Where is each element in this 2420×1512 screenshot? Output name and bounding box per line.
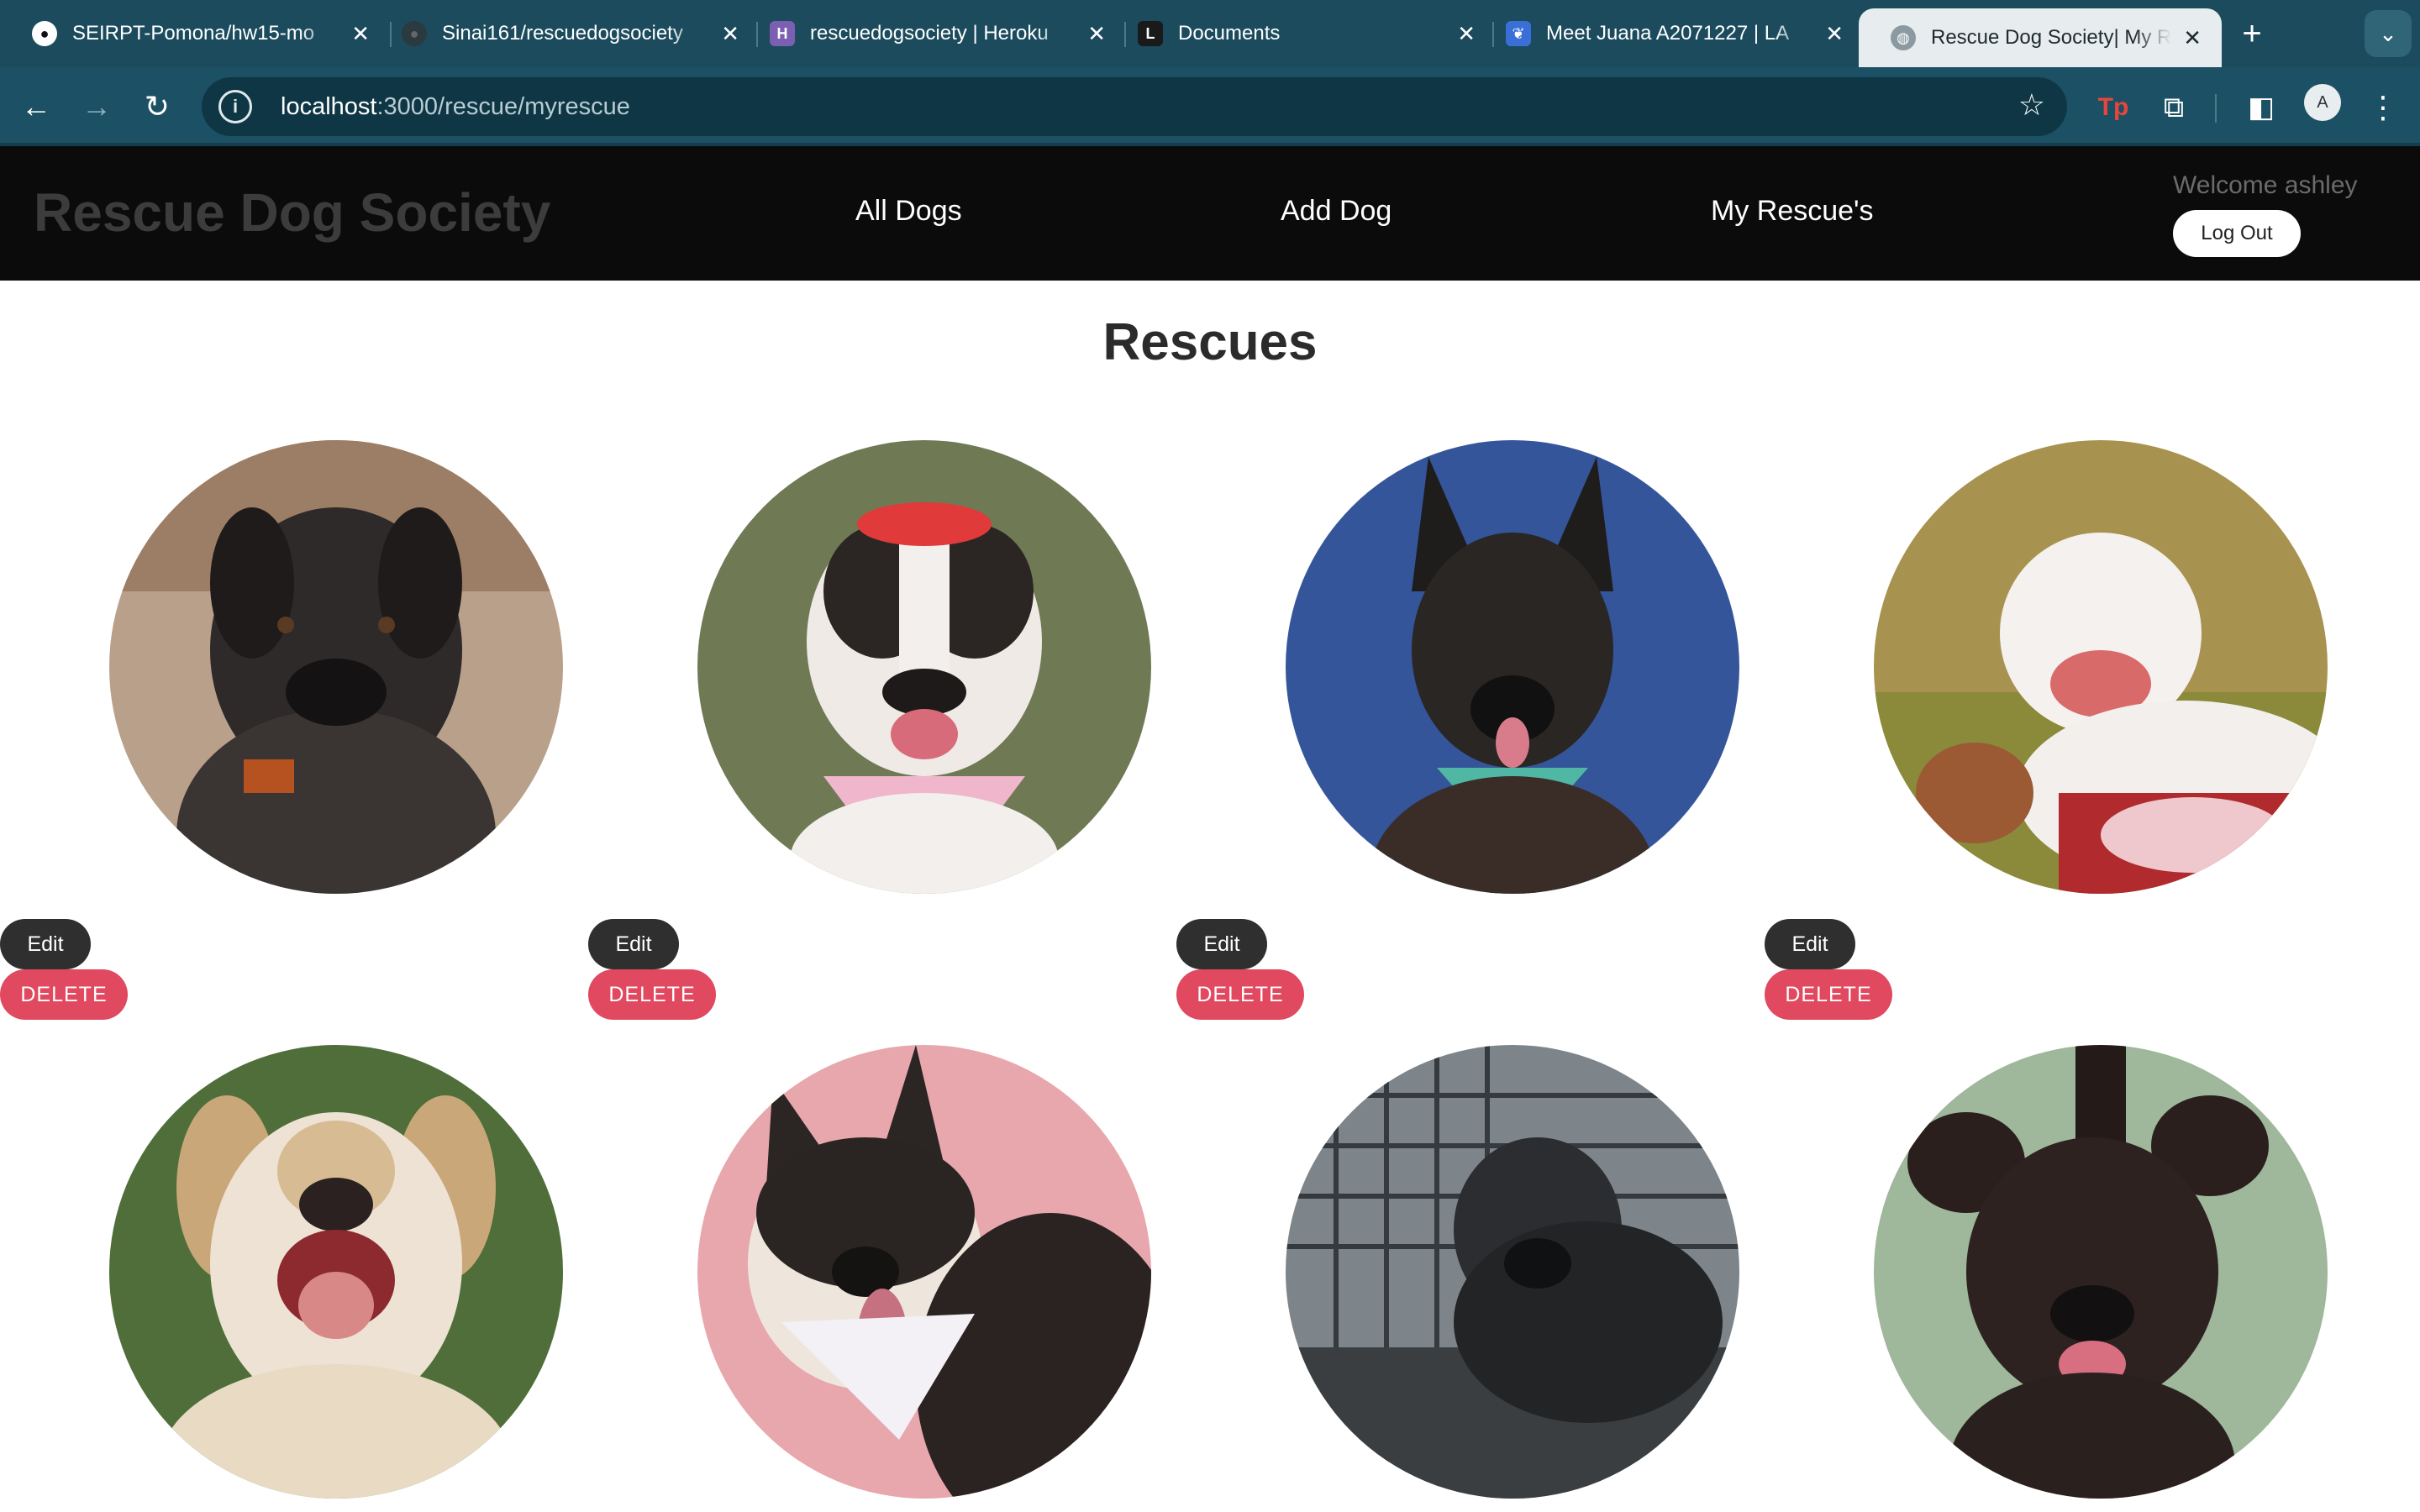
browser-tab[interactable]: ❦ Meet Juana A2071227 | LA ✕ [1474,10,1864,57]
more-menu-icon[interactable]: ⋮ [2366,89,2400,126]
dog-photo[interactable] [697,1045,1151,1499]
extension-tp-icon[interactable]: Tp [2094,89,2133,126]
documents-icon: L [1138,21,1163,46]
address-bar[interactable]: i localhost:3000/rescue/myrescue ☆ [202,77,2067,136]
nav-link-all-dogs[interactable]: All Dogs [855,195,962,228]
extensions-puzzle-icon[interactable]: ⧉ [2154,89,2193,126]
tab-search-button[interactable]: ⌄ [2365,10,2412,57]
browser-tab[interactable]: H rescuedogsociety | Heroku ✕ [738,10,1126,57]
new-tab-button[interactable]: + [2230,12,2274,55]
bookmark-star-icon[interactable]: ☆ [2018,87,2045,123]
close-icon[interactable]: ✕ [2183,25,2202,51]
globe-icon: ◍ [1891,25,1916,50]
nav-link-my-rescues[interactable]: My Rescue's [1711,195,1874,228]
dog-photo[interactable] [109,440,563,894]
browser-tab[interactable]: L Documents ✕ [1106,10,1496,57]
dog-image [697,440,1151,894]
browser-tab[interactable]: ● Sinai161/rescuedogsociety ✕ [370,10,760,57]
page-title: Rescues [1102,313,1318,371]
side-panel-icon[interactable]: ◧ [2242,89,2281,126]
heroku-icon: H [770,21,795,46]
browser-toolbar: ← → ↻ i localhost:3000/rescue/myrescue ☆… [0,67,2420,146]
github-icon: ● [402,21,427,46]
forward-arrow-icon[interactable]: → [76,86,118,128]
site-info-icon[interactable]: i [218,90,252,123]
delete-button[interactable]: DELETE [1765,969,1892,1020]
edit-button[interactable]: Edit [1765,919,1855,969]
app-navbar: Rescue Dog Society All Dogs Add Dog My R… [0,146,2420,281]
brand-logo[interactable]: Rescue Dog Society [34,181,550,244]
dog-image [1286,1045,1739,1499]
close-icon[interactable]: ✕ [351,21,370,47]
back-arrow-icon[interactable]: ← [15,86,57,128]
dog-image [1874,440,2328,894]
dog-image [109,1045,563,1499]
dog-photo[interactable] [1286,1045,1739,1499]
delete-button[interactable]: DELETE [0,969,128,1020]
close-icon[interactable]: ✕ [1087,21,1106,47]
delete-button[interactable]: DELETE [588,969,716,1020]
browser-tabstrip: ● SEIRPT-Pomona/hw15-mo ✕ ● Sinai161/res… [0,0,2420,67]
dog-photo[interactable] [1874,1045,2328,1499]
close-icon[interactable]: ✕ [721,21,739,47]
dog-photo[interactable] [109,1045,563,1499]
logout-button[interactable]: Log Out [2173,210,2301,257]
close-icon[interactable]: ✕ [1825,21,1844,47]
edit-button[interactable]: Edit [0,919,91,969]
browser-tab[interactable]: ● SEIRPT-Pomona/hw15-mo ✕ [0,10,390,57]
dog-photo[interactable] [1874,440,2328,894]
welcome-text: Welcome ashley [2173,171,2358,199]
github-icon: ● [32,21,57,46]
reload-icon[interactable]: ↻ [136,86,178,128]
dog-photo[interactable] [1286,440,1739,894]
nav-link-add-dog[interactable]: Add Dog [1281,195,1392,228]
paw-icon: ❦ [1506,21,1531,46]
browser-tab-active[interactable]: ◍ Rescue Dog Society| My R ✕ [1859,8,2222,67]
edit-button[interactable]: Edit [1176,919,1267,969]
profile-avatar[interactable]: A [2304,84,2341,121]
edit-button[interactable]: Edit [588,919,679,969]
delete-button[interactable]: DELETE [1176,969,1304,1020]
toolbar-divider [2215,94,2217,123]
url-text[interactable]: localhost:3000/rescue/myrescue [281,93,630,121]
dog-image [1286,440,1739,894]
dog-image [697,1045,1151,1499]
dog-image [1874,1045,2328,1499]
close-icon[interactable]: ✕ [1457,21,1476,47]
dog-photo[interactable] [697,440,1151,894]
dog-image [109,440,563,894]
